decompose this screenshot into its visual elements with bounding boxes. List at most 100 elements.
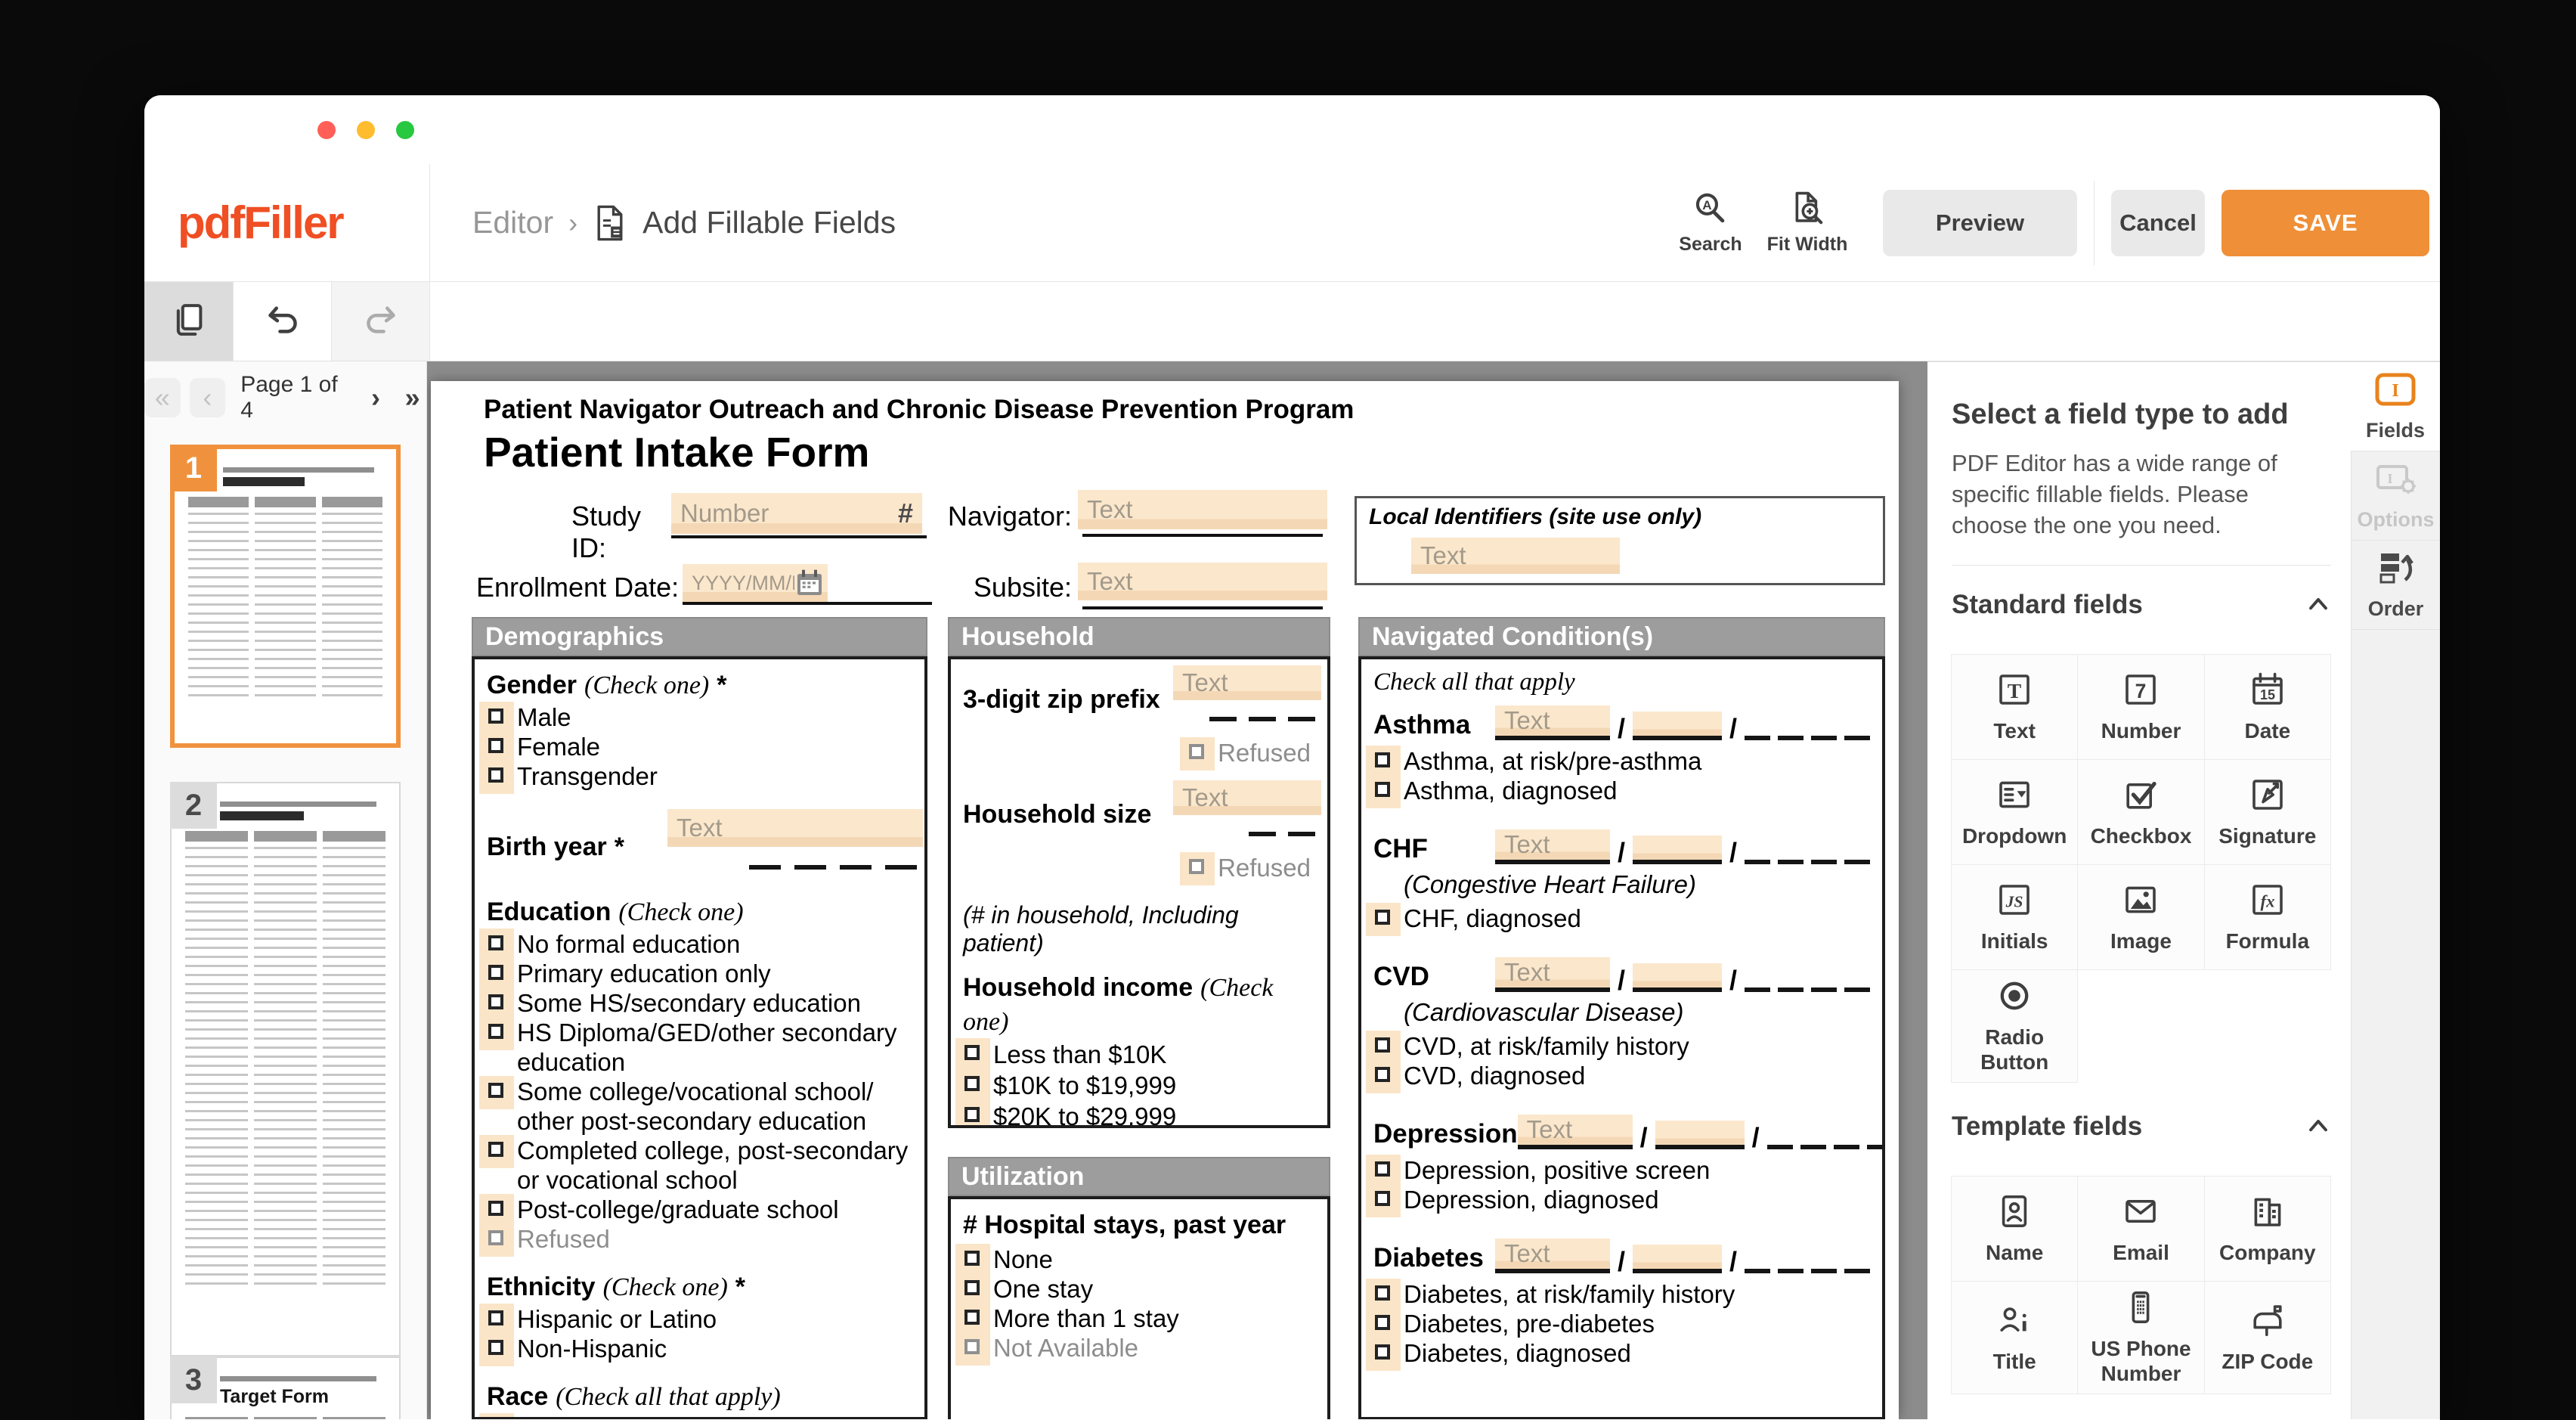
- search-icon: A: [1692, 190, 1729, 231]
- zip-refused-checkbox[interactable]: Refused: [1187, 738, 1311, 767]
- race-checkbox-option[interactable]: White: [487, 1414, 912, 1419]
- field-type-cell[interactable]: US Phone Number: [2077, 1281, 2204, 1394]
- hospital-stays-checkbox-option[interactable]: One stay: [963, 1274, 1315, 1304]
- next-page-button[interactable]: ›: [362, 378, 390, 417]
- navigator-label: Navigator:: [884, 501, 1072, 532]
- condition-date-field[interactable]: Text: [1495, 1239, 1610, 1273]
- condition-block: Diabetes Text / /: [1373, 1239, 1870, 1368]
- redo-button[interactable]: [332, 282, 430, 361]
- page-number-badge: 2: [170, 782, 217, 829]
- svg-text:7: 7: [2135, 679, 2147, 702]
- fit-width-button[interactable]: Fit Width: [1759, 190, 1856, 256]
- field-type-cell[interactable]: Dropdown: [1951, 759, 2078, 865]
- condition-checkbox-option[interactable]: Depression, diagnosed: [1373, 1185, 1870, 1214]
- condition-date-field[interactable]: Text: [1495, 957, 1610, 992]
- gender-checkbox-option[interactable]: Transgender: [487, 761, 912, 791]
- page-thumbnail[interactable]: 3 Target Form: [170, 1356, 401, 1419]
- gender-checkbox-option[interactable]: Male: [487, 702, 912, 732]
- condition-checkbox-option[interactable]: CVD, at risk/family history: [1373, 1031, 1870, 1061]
- pages-copy-button[interactable]: [144, 282, 234, 361]
- ethnicity-checkbox-option[interactable]: Hispanic or Latino: [487, 1304, 912, 1334]
- condition-checkbox-option[interactable]: Asthma, diagnosed: [1373, 776, 1870, 805]
- condition-date-field[interactable]: Text: [1495, 705, 1610, 740]
- condition-date-field[interactable]: Text: [1518, 1115, 1633, 1149]
- previous-page-button[interactable]: ‹: [190, 378, 226, 417]
- field-type-cell[interactable]: Image: [2077, 864, 2204, 970]
- field-type-cell[interactable]: JS Initials: [1951, 864, 2078, 970]
- field-type-cell[interactable]: Checkbox: [2077, 759, 2204, 865]
- breadcrumb-editor-link[interactable]: Editor: [472, 205, 553, 240]
- condition-date-field[interactable]: [1633, 836, 1722, 864]
- save-button[interactable]: SAVE: [2221, 190, 2429, 256]
- condition-checkbox-option[interactable]: Diabetes, pre-diabetes: [1373, 1309, 1870, 1338]
- field-type-cell[interactable]: Company: [2204, 1176, 2331, 1282]
- condition-checkbox-option[interactable]: CVD, diagnosed: [1373, 1061, 1870, 1090]
- page-thumbnail[interactable]: 2: [170, 782, 401, 1356]
- standard-fields-section-header[interactable]: Standard fields: [1952, 590, 2331, 620]
- condition-checkbox-option[interactable]: Diabetes, at risk/family history: [1373, 1279, 1870, 1309]
- hospital-stays-checkbox-option[interactable]: More than 1 stay: [963, 1304, 1315, 1333]
- maximize-window-icon[interactable]: [396, 121, 414, 139]
- field-type-cell[interactable]: Signature: [2204, 759, 2331, 865]
- panel-tabs-rail: I Fields I Options Order: [2351, 361, 2440, 1419]
- condition-checkbox-option[interactable]: CHF, diagnosed: [1373, 904, 1870, 933]
- tab-order[interactable]: Order: [2352, 541, 2440, 630]
- birth-year-field[interactable]: Text: [667, 809, 923, 847]
- svg-text:fx: fx: [2260, 891, 2274, 910]
- income-checkbox-option[interactable]: Less than $10K: [963, 1039, 1315, 1070]
- condition-checkbox-option[interactable]: Depression, positive screen: [1373, 1155, 1870, 1185]
- education-checkbox-option[interactable]: Completed college, post-secondary or voc…: [487, 1136, 912, 1195]
- income-checkbox-option[interactable]: $20K to $29,999: [963, 1101, 1315, 1128]
- education-checkbox-option[interactable]: No formal education: [487, 929, 912, 959]
- field-type-cell[interactable]: ZIP Code: [2204, 1281, 2331, 1394]
- field-type-cell[interactable]: 15 Date: [2204, 654, 2331, 760]
- preview-button[interactable]: Preview: [1883, 190, 2077, 256]
- minimize-window-icon[interactable]: [357, 121, 375, 139]
- tab-fields[interactable]: I Fields: [2351, 362, 2440, 451]
- condition-date-field[interactable]: [1655, 1121, 1745, 1149]
- condition-checkbox-option[interactable]: Diabetes, diagnosed: [1373, 1338, 1870, 1368]
- size-refused-checkbox[interactable]: Refused: [1187, 853, 1311, 882]
- page-thumbnail[interactable]: 1: [170, 445, 401, 748]
- condition-date-field[interactable]: [1633, 1245, 1722, 1273]
- hospital-stays-checkbox-option[interactable]: None: [963, 1245, 1315, 1274]
- education-checkbox-option[interactable]: Some college/vocational school/ other po…: [487, 1077, 912, 1136]
- condition-date-field[interactable]: [1633, 963, 1722, 992]
- logo-area: pdfFiller: [144, 164, 430, 281]
- chevron-up-icon[interactable]: [2305, 1114, 2331, 1139]
- income-checkbox-option[interactable]: $10K to $19,999: [963, 1070, 1315, 1101]
- undo-button[interactable]: [234, 282, 332, 361]
- condition-date-field[interactable]: Text: [1495, 829, 1610, 864]
- field-type-cell[interactable]: Title: [1951, 1281, 2078, 1394]
- field-type-cell[interactable]: T Text: [1951, 654, 2078, 760]
- first-page-button[interactable]: «: [144, 378, 181, 417]
- zip-prefix-field[interactable]: Text: [1173, 665, 1321, 700]
- condition-date-field[interactable]: [1633, 712, 1722, 740]
- tab-options[interactable]: I Options: [2352, 451, 2440, 541]
- field-type-cell[interactable]: fx Formula: [2204, 864, 2331, 970]
- gender-checkbox-option[interactable]: Female: [487, 732, 912, 761]
- field-type-cell[interactable]: 7 Number: [2077, 654, 2204, 760]
- close-window-icon[interactable]: [317, 121, 336, 139]
- education-checkbox-option[interactable]: Post-college/graduate school: [487, 1195, 912, 1224]
- education-checkbox-option[interactable]: HS Diploma/GED/other secondary education: [487, 1018, 912, 1077]
- local-identifiers-field[interactable]: Text: [1411, 538, 1620, 574]
- field-type-icon: [2122, 1193, 2159, 1233]
- search-button[interactable]: A Search: [1662, 190, 1759, 256]
- education-checkbox-option[interactable]: Primary education only: [487, 959, 912, 988]
- field-type-cell[interactable]: Name: [1951, 1176, 2078, 1282]
- redo-icon: [361, 300, 401, 343]
- education-checkbox-option[interactable]: Refused: [487, 1224, 912, 1254]
- ethnicity-checkbox-option[interactable]: Non-Hispanic: [487, 1334, 912, 1363]
- hospital-stays-checkbox-option[interactable]: Not Available: [963, 1333, 1315, 1363]
- condition-checkbox-option[interactable]: Asthma, at risk/pre-asthma: [1373, 746, 1870, 776]
- cancel-button[interactable]: Cancel: [2111, 190, 2205, 256]
- pdffiller-logo[interactable]: pdfFiller: [178, 197, 343, 249]
- chevron-up-icon[interactable]: [2305, 592, 2331, 618]
- field-type-cell[interactable]: Radio Button: [1951, 969, 2078, 1083]
- household-size-field[interactable]: Text: [1173, 780, 1321, 815]
- last-page-button[interactable]: »: [398, 378, 426, 417]
- field-type-cell[interactable]: Email: [2077, 1176, 2204, 1282]
- template-fields-section-header[interactable]: Template fields: [1952, 1112, 2331, 1142]
- education-checkbox-option[interactable]: Some HS/secondary education: [487, 988, 912, 1018]
